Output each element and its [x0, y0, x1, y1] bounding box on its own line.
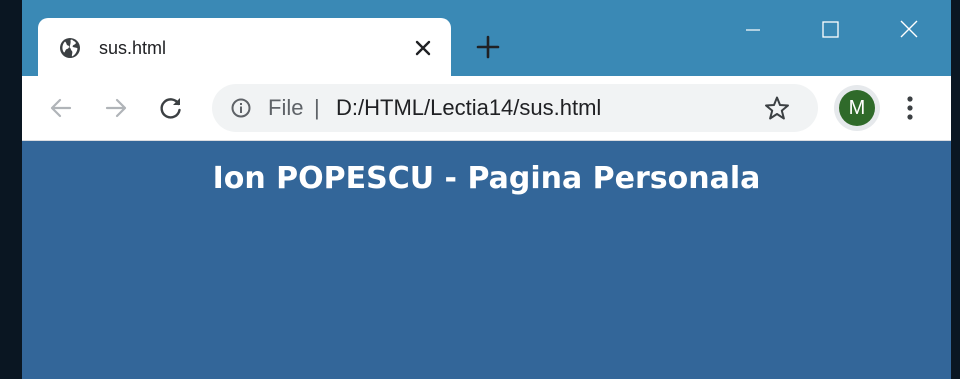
address-bar[interactable]: File | D:/HTML/Lectia14/sus.html — [212, 84, 818, 132]
maximize-icon[interactable] — [815, 14, 845, 44]
browser-window: sus.html File | D:/HTML/Lectia14/sus.htm… — [22, 0, 951, 379]
profile-avatar-button[interactable]: M — [834, 85, 880, 131]
page-content: Ion POPESCU - Pagina Personala — [22, 141, 951, 379]
new-tab-plus-icon[interactable] — [475, 34, 501, 60]
url-text[interactable]: D:/HTML/Lectia14/sus.html — [336, 95, 601, 121]
globe-icon — [58, 36, 82, 60]
arrow-left-icon[interactable] — [46, 93, 76, 123]
reload-icon[interactable] — [156, 93, 186, 123]
close-tab-icon[interactable] — [412, 37, 434, 59]
url-separator: | — [314, 95, 320, 120]
minimize-icon[interactable] — [738, 14, 768, 44]
close-icon[interactable] — [894, 14, 924, 44]
tab-strip: sus.html — [22, 0, 951, 76]
arrow-right-icon[interactable] — [101, 93, 131, 123]
browser-toolbar: File | D:/HTML/Lectia14/sus.html M — [22, 76, 951, 141]
tab-sus-html[interactable]: sus.html — [38, 18, 451, 76]
url-scheme-label: File — [268, 95, 304, 120]
info-icon[interactable] — [230, 97, 252, 119]
tab-title: sus.html — [99, 38, 167, 58]
star-icon[interactable] — [764, 95, 790, 121]
page-title: Ion POPESCU - Pagina Personala — [212, 161, 761, 196]
kebab-menu-icon[interactable] — [898, 92, 922, 124]
avatar: M — [839, 90, 875, 126]
